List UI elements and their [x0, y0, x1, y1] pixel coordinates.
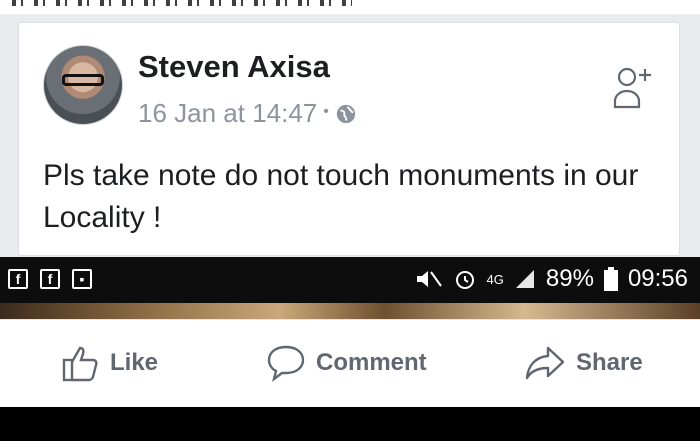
system-icons: 4G 89% 09:56	[415, 265, 688, 293]
post-card: Steven Axisa 16 Jan at 14:47 • Pls take …	[18, 22, 680, 256]
post-image-strip[interactable]	[0, 303, 700, 319]
meta-separator: •	[323, 102, 329, 120]
post-author[interactable]: Steven Axisa	[138, 49, 330, 85]
alarm-icon	[455, 271, 474, 289]
share-icon	[525, 346, 565, 380]
share-button[interactable]: Share	[524, 344, 643, 382]
post-meta: 16 Jan at 14:47 •	[138, 98, 357, 129]
network-type: 4G	[486, 271, 504, 287]
facebook-icon: f	[8, 269, 28, 289]
share-label: Share	[576, 349, 643, 376]
thumbs-up-icon	[62, 346, 98, 382]
like-button[interactable]: Like	[62, 344, 158, 382]
android-status-bar: f f ▪ 4G 89% 09:56	[0, 257, 700, 303]
facebook-icon: f	[40, 269, 60, 289]
comment-icon	[267, 345, 305, 382]
notification-icons: f f ▪	[8, 269, 92, 289]
like-label: Like	[110, 349, 159, 376]
avatar[interactable]	[43, 45, 123, 125]
post-actions: Like Comment Share	[0, 319, 700, 408]
battery-icon	[603, 267, 618, 291]
bottom-nav-bar	[0, 407, 700, 441]
previous-post-text-cut	[0, 0, 700, 14]
battery-percent: 89%	[545, 265, 594, 292]
post-text: Pls take note do not touch monuments in …	[43, 159, 639, 234]
gallery-icon: ▪	[72, 269, 92, 289]
mute-icon	[416, 271, 442, 287]
comment-button[interactable]: Comment	[266, 344, 427, 382]
clock: 09:56	[627, 265, 688, 292]
post-timestamp[interactable]: 16 Jan at 14:47	[138, 98, 317, 129]
comment-label: Comment	[316, 349, 427, 376]
add-friend-icon[interactable]	[613, 65, 653, 109]
globe-icon	[336, 104, 356, 123]
signal-icon	[515, 270, 534, 288]
